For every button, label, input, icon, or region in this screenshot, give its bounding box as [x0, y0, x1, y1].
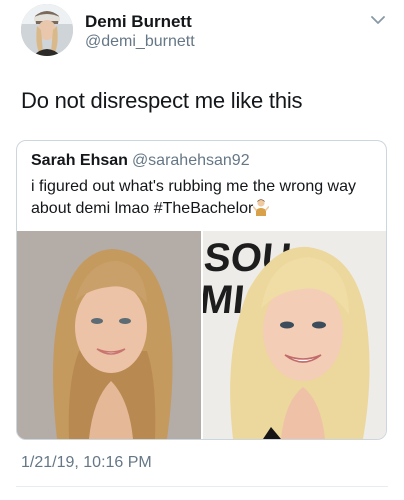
quoted-display-name: Sarah Ehsan — [31, 152, 128, 169]
tweet-text: Do not disrespect me like this — [21, 88, 303, 113]
photo-right[interactable]: SOU MI — [203, 231, 386, 439]
quoted-text-line-2-text: about demi lmao #TheBachelor — [31, 200, 254, 217]
profile-photo-icon — [21, 4, 73, 56]
quoted-tweet-author: Sarah Ehsan @sarahehsan92 — [31, 152, 250, 170]
photo-left[interactable] — [17, 231, 201, 439]
divider — [16, 486, 388, 487]
portrait-photo-icon: SOU MI — [203, 231, 386, 439]
quoted-tweet-card[interactable]: Sarah Ehsan @sarahehsan92 i figured out w… — [16, 140, 387, 440]
quoted-text-line-2: about demi lmao #TheBachelor — [31, 198, 376, 220]
tweet-header: Demi Burnett @demi_burnett — [0, 0, 404, 70]
quoted-handle: @sarahehsan92 — [131, 152, 250, 169]
man-shrugging-emoji-icon — [253, 199, 270, 216]
portrait-photo-icon — [17, 231, 201, 439]
quoted-tweet-text: i figured out what's rubbing me the wron… — [31, 176, 376, 220]
author-handle[interactable]: @demi_burnett — [85, 33, 195, 51]
chevron-down-icon[interactable] — [370, 14, 386, 26]
avatar[interactable] — [21, 4, 73, 56]
tweet-timestamp[interactable]: 1/21/19, 10:16 PM — [21, 454, 152, 472]
quoted-text-line-1: i figured out what's rubbing me the wron… — [31, 178, 357, 195]
author-display-name[interactable]: Demi Burnett — [85, 12, 192, 32]
quoted-tweet-images: SOU MI — [17, 231, 386, 439]
